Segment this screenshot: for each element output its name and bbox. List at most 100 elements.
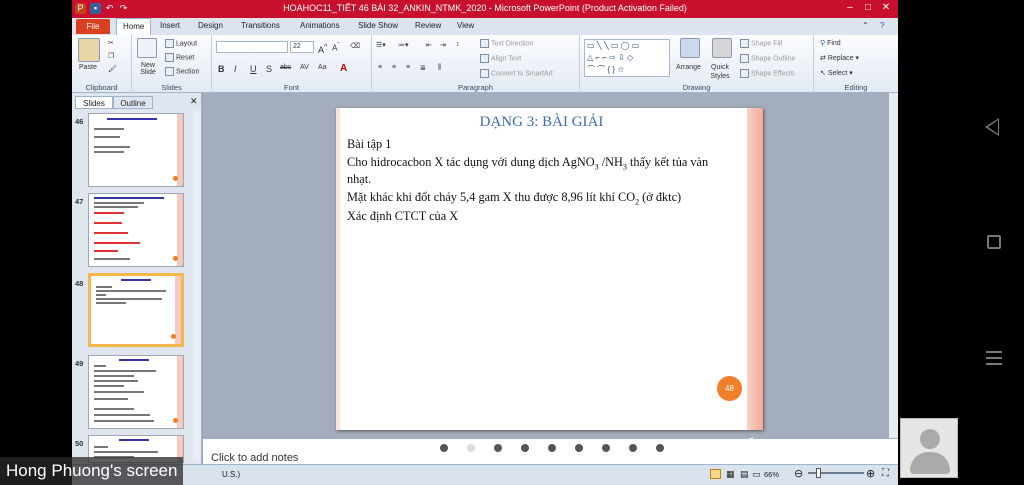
- tab-view[interactable]: View: [457, 21, 474, 30]
- slide-title[interactable]: DẠNG 3: BÀI GIẢI: [336, 114, 747, 131]
- page-dot: [656, 444, 664, 452]
- collapse-ribbon-icon[interactable]: ⌃: [862, 21, 869, 30]
- tab-review[interactable]: Review: [415, 21, 441, 30]
- tab-animations[interactable]: Animations: [300, 21, 340, 30]
- bold-button[interactable]: B: [218, 64, 225, 74]
- new-slide-icon[interactable]: [137, 38, 157, 58]
- slide-text-line[interactable]: nhạt.: [347, 172, 371, 187]
- slide-thumbnail-49[interactable]: [88, 355, 184, 429]
- grow-font-icon[interactable]: A^: [318, 42, 328, 55]
- current-slide[interactable]: DẠNG 3: BÀI GIẢI Bài tập 1 Cho hidrocacb…: [336, 108, 763, 430]
- slide-thumbnail-48[interactable]: [88, 273, 184, 347]
- menu-icon[interactable]: [986, 351, 1002, 365]
- close-button[interactable]: ✕: [878, 2, 894, 13]
- powerpoint-window: P ▪ ↶ ↷ HOAHOC11_TIẾT 46 BÀI 32_ANKIN_NT…: [72, 0, 898, 485]
- tab-slide-show[interactable]: Slide Show: [358, 21, 398, 30]
- slide-text-line[interactable]: Mặt khác khi đốt cháy 5,4 gam X thu được…: [347, 190, 681, 206]
- bullets-icon[interactable]: ☰▾: [376, 41, 386, 49]
- paste-button[interactable]: Paste: [79, 64, 97, 71]
- slideshow-view-icon[interactable]: ▭: [752, 469, 761, 480]
- clear-format-icon[interactable]: ⌫: [350, 42, 360, 50]
- replace-button[interactable]: ⇄ Replace ▾: [820, 54, 859, 62]
- tab-design[interactable]: Design: [198, 21, 223, 30]
- numbering-icon[interactable]: ≔▾: [398, 41, 409, 49]
- arrange-icon[interactable]: [680, 38, 700, 58]
- shape-fill-icon: [740, 39, 749, 48]
- slide-text-line[interactable]: Bài tập 1: [347, 137, 391, 152]
- font-size-combo[interactable]: 22: [290, 41, 314, 53]
- zoom-slider-thumb[interactable]: [816, 468, 821, 478]
- work-area: Slides Outline ✕ 46 47 48 49 50 DẠNG 3: …: [72, 93, 898, 464]
- fit-window-icon[interactable]: ⛶: [882, 468, 889, 479]
- slide-text-line[interactable]: Cho hidrocacbon X tác dụng với dung dịch…: [347, 155, 708, 171]
- tab-insert[interactable]: Insert: [160, 21, 180, 30]
- convert-smartart-button[interactable]: Convert to SmartArt: [480, 69, 553, 78]
- align-right-icon[interactable]: ≡: [406, 64, 410, 71]
- line-spacing-icon[interactable]: ↕: [456, 41, 460, 48]
- columns-icon[interactable]: ⫼: [438, 64, 441, 72]
- shapes-gallery[interactable]: ▭ ╲ ╲ ▭ ◯ ▭ △ ⌐ ⌐ ⇨ ⇩ ◇ ⌒ ⌒ { } ☆: [584, 39, 670, 77]
- shape-effects-button[interactable]: Shape Effects: [740, 69, 794, 78]
- normal-view-icon[interactable]: [710, 469, 721, 479]
- change-case-button[interactable]: Aa: [318, 64, 327, 71]
- minimize-button[interactable]: –: [842, 2, 858, 13]
- arrange-button[interactable]: Arrange: [676, 64, 701, 71]
- tab-slides[interactable]: Slides: [75, 96, 113, 109]
- quick-styles-icon[interactable]: [712, 38, 732, 58]
- help-icon[interactable]: ?: [880, 21, 884, 30]
- align-center-icon[interactable]: ≡: [392, 64, 396, 71]
- editor-scrollbar[interactable]: [889, 93, 898, 438]
- layout-button[interactable]: Layout: [165, 39, 197, 48]
- slide-thumbnail-46[interactable]: [88, 113, 184, 187]
- notes-placeholder[interactable]: Click to add notes: [211, 452, 298, 464]
- zoom-level[interactable]: 66%: [764, 470, 779, 479]
- tab-transitions[interactable]: Transitions: [241, 21, 280, 30]
- zoom-out-icon[interactable]: ⊖: [794, 467, 803, 480]
- find-button[interactable]: ⚲ Find: [820, 39, 841, 47]
- page-dot: [521, 444, 529, 452]
- close-panel-icon[interactable]: ✕: [190, 96, 198, 107]
- slide-thumbnail-47[interactable]: [88, 193, 184, 267]
- back-icon[interactable]: [985, 118, 999, 136]
- text-direction-button[interactable]: Text Direction: [480, 39, 533, 48]
- panel-scrollbar[interactable]: [193, 111, 201, 461]
- new-slide-button[interactable]: New Slide: [134, 62, 162, 76]
- underline-button[interactable]: U: [250, 64, 257, 74]
- quick-styles-button[interactable]: Quick Styles: [708, 63, 732, 81]
- reset-button[interactable]: Reset: [165, 53, 194, 62]
- maximize-button[interactable]: □: [860, 2, 876, 13]
- font-group: 22 A^ Aˇ ⌫ B I U S abc AV Aa A Font: [212, 35, 372, 93]
- align-text-button[interactable]: Align Text: [480, 54, 521, 63]
- tab-file[interactable]: File: [76, 19, 110, 34]
- align-left-icon[interactable]: ≡: [378, 64, 382, 71]
- cut-icon[interactable]: ✂: [108, 39, 114, 47]
- font-color-icon[interactable]: A: [340, 63, 347, 74]
- notes-pane[interactable]: Click to add notes: [203, 438, 898, 464]
- decrease-indent-icon[interactable]: ⇤: [426, 41, 432, 49]
- char-spacing-button[interactable]: AV: [300, 64, 309, 71]
- participant-video[interactable]: [900, 418, 958, 478]
- shape-outline-button[interactable]: Shape Outline: [740, 54, 795, 63]
- page-dot: [602, 444, 610, 452]
- zoom-in-icon[interactable]: ⊕: [866, 467, 875, 480]
- home-icon[interactable]: [987, 235, 1001, 249]
- paste-icon[interactable]: [78, 38, 100, 62]
- format-painter-icon[interactable]: 🖌: [108, 65, 117, 73]
- reading-view-icon[interactable]: ▤: [740, 469, 749, 480]
- shape-fill-button[interactable]: Shape Fill: [740, 39, 782, 48]
- shrink-font-icon[interactable]: Aˇ: [332, 42, 340, 53]
- slide-text-line[interactable]: Xác định CTCT của X: [347, 209, 458, 224]
- section-button[interactable]: Section: [165, 67, 199, 76]
- shadow-button[interactable]: S: [266, 64, 272, 74]
- increase-indent-icon[interactable]: ⇥: [440, 41, 446, 49]
- font-name-combo[interactable]: [216, 41, 288, 53]
- tab-outline[interactable]: Outline: [113, 96, 153, 109]
- justify-icon[interactable]: ≣: [420, 64, 426, 72]
- tab-home[interactable]: Home: [116, 18, 152, 35]
- select-button[interactable]: ↖ Select ▾: [820, 69, 853, 77]
- strikethrough-button[interactable]: abc: [280, 64, 291, 71]
- italic-button[interactable]: I: [234, 64, 237, 74]
- slide-sorter-icon[interactable]: ▦: [726, 469, 735, 480]
- language-status[interactable]: U.S.): [222, 470, 240, 479]
- copy-icon[interactable]: ❐: [108, 52, 114, 60]
